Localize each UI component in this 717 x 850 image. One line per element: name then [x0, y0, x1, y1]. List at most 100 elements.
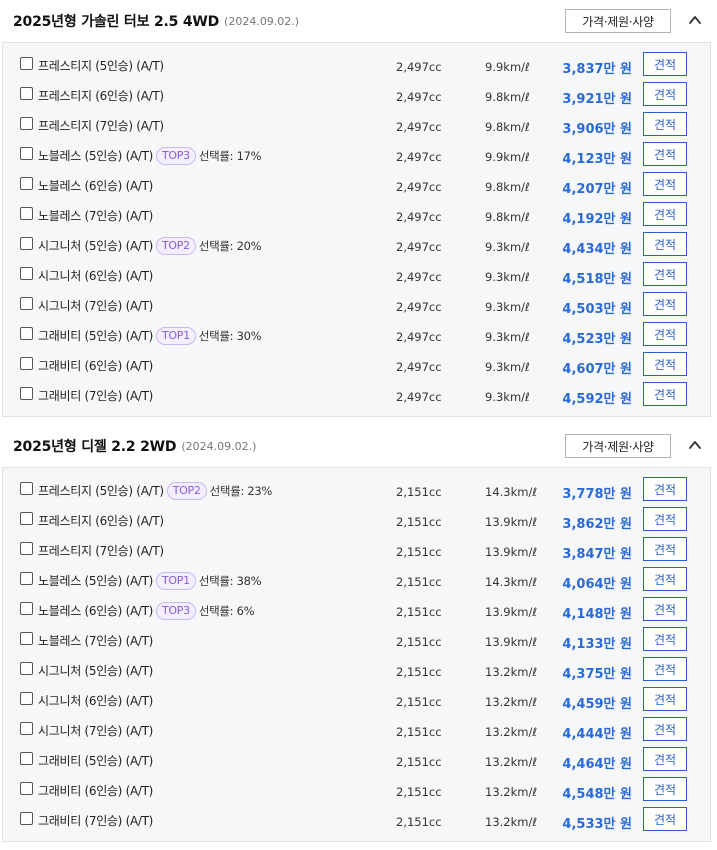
trim-checkbox[interactable]	[20, 117, 33, 130]
trim-name-group[interactable]: 프레스티지 (5인승) (A/T)	[38, 57, 164, 74]
trim-checkbox[interactable]	[20, 207, 33, 220]
trim-name-group[interactable]: 노블레스 (6인승) (A/T) TOP3 선택률: 6%	[38, 601, 255, 621]
estimate-button[interactable]: 견적	[643, 627, 687, 651]
estimate-button[interactable]: 견적	[643, 262, 687, 286]
trim-name-group[interactable]: 시그니처 (7인승) (A/T)	[38, 722, 153, 739]
trim-name-group[interactable]: 노블레스 (7인승) (A/T)	[38, 207, 153, 224]
estimate-button[interactable]: 견적	[643, 172, 687, 196]
fuel-efficiency: 9.8km/ℓ	[485, 120, 530, 134]
price-value: 4,464	[562, 757, 604, 772]
trim-checkbox[interactable]	[20, 602, 33, 615]
trim-name: 그래비티 (7인승) (A/T)	[38, 814, 154, 828]
trim-name-group[interactable]: 시그니처 (7인승) (A/T)	[38, 297, 153, 314]
trim-name-group[interactable]: 프레스티지 (5인승) (A/T) TOP2 선택률: 23%	[38, 481, 272, 501]
fuel-efficiency: 13.9km/ℓ	[485, 635, 538, 649]
trim-name-group[interactable]: 프레스티지 (6인승) (A/T)	[38, 512, 164, 529]
price-unit: 만 원	[603, 92, 632, 107]
fuel-efficiency: 9.3km/ℓ	[485, 330, 530, 344]
estimate-button[interactable]: 견적	[643, 82, 687, 106]
trim-checkbox[interactable]	[20, 692, 33, 705]
chevron-up-icon[interactable]	[687, 12, 703, 28]
trim-checkbox[interactable]	[20, 387, 33, 400]
trim-row: 노블레스 (5인승) (A/T) TOP3 선택률: 17% 2,497cc 9.9…	[3, 140, 710, 170]
estimate-button[interactable]: 견적	[643, 232, 687, 256]
trim-price: 4,192만 원	[562, 208, 632, 227]
trim-name-group[interactable]: 노블레스 (7인승) (A/T)	[38, 632, 153, 649]
trim-checkbox[interactable]	[20, 87, 33, 100]
trim-name-group[interactable]: 그래비티 (7인승) (A/T)	[38, 812, 153, 829]
price-spec-option-button[interactable]: 가격·제원·사양	[565, 9, 671, 33]
trim-checkbox[interactable]	[20, 542, 33, 555]
trim-name-group[interactable]: 그래비티 (6인승) (A/T)	[38, 782, 153, 799]
trim-price: 4,518만 원	[562, 268, 632, 287]
chevron-up-icon[interactable]	[687, 437, 703, 453]
price-unit: 만 원	[603, 817, 632, 832]
trim-checkbox[interactable]	[20, 662, 33, 675]
engine-displacement: 2,151cc	[396, 485, 442, 499]
trim-name-group[interactable]: 프레스티지 (7인승) (A/T)	[38, 117, 164, 134]
popularity-badge: TOP2	[166, 481, 207, 500]
trim-name-group[interactable]: 그래비티 (6인승) (A/T)	[38, 357, 153, 374]
trim-name-group[interactable]: 그래비티 (7인승) (A/T)	[38, 387, 153, 404]
trim-name-group[interactable]: 프레스티지 (7인승) (A/T)	[38, 542, 164, 559]
estimate-button[interactable]: 견적	[643, 52, 687, 76]
estimate-button[interactable]: 견적	[643, 657, 687, 681]
estimate-button[interactable]: 견적	[643, 112, 687, 136]
estimate-button[interactable]: 견적	[643, 202, 687, 226]
trim-name-group[interactable]: 시그니처 (6인승) (A/T)	[38, 692, 153, 709]
estimate-button[interactable]: 견적	[643, 477, 687, 501]
trim-price: 4,123만 원	[562, 148, 632, 167]
trim-checkbox[interactable]	[20, 782, 33, 795]
estimate-button[interactable]: 견적	[643, 382, 687, 406]
price-unit: 만 원	[603, 637, 632, 652]
estimate-button[interactable]: 견적	[643, 292, 687, 316]
trim-name-group[interactable]: 그래비티 (5인승) (A/T) TOP1 선택률: 30%	[38, 326, 262, 346]
trim-checkbox[interactable]	[20, 572, 33, 585]
trim-name-group[interactable]: 시그니처 (5인승) (A/T)	[38, 662, 153, 679]
trim-name-group[interactable]: 노블레스 (5인승) (A/T) TOP3 선택률: 17%	[38, 146, 262, 166]
estimate-button[interactable]: 견적	[643, 717, 687, 741]
trim-checkbox[interactable]	[20, 812, 33, 825]
trim-checkbox[interactable]	[20, 357, 33, 370]
trim-name-group[interactable]: 시그니처 (6인승) (A/T)	[38, 267, 153, 284]
trim-row: 프레스티지 (5인승) (A/T) 2,497cc 9.9km/ℓ 3,837만…	[3, 50, 710, 80]
estimate-button[interactable]: 견적	[643, 807, 687, 831]
trim-checkbox[interactable]	[20, 297, 33, 310]
trim-name-group[interactable]: 프레스티지 (6인승) (A/T)	[38, 87, 164, 104]
trim-price-page: 2025년형 가솔린 터보 2.5 4WD (2024.09.02.) 가격·제…	[0, 0, 717, 850]
trim-checkbox[interactable]	[20, 177, 33, 190]
estimate-button[interactable]: 견적	[643, 537, 687, 561]
price-value: 4,064	[562, 577, 604, 592]
trim-checkbox[interactable]	[20, 632, 33, 645]
trim-checkbox[interactable]	[20, 722, 33, 735]
trim-name-group[interactable]: 시그니처 (5인승) (A/T) TOP2 선택률: 20%	[38, 236, 262, 256]
estimate-button[interactable]: 견적	[643, 142, 687, 166]
trim-checkbox[interactable]	[20, 147, 33, 160]
fuel-efficiency: 9.3km/ℓ	[485, 270, 530, 284]
estimate-button[interactable]: 견적	[643, 567, 687, 591]
trim-price: 4,523만 원	[562, 328, 632, 347]
trim-name-group[interactable]: 노블레스 (6인승) (A/T)	[38, 177, 153, 194]
trim-checkbox[interactable]	[20, 327, 33, 340]
trim-price: 4,207만 원	[562, 178, 632, 197]
trim-row: 프레스티지 (6인승) (A/T) 2,151cc 13.9km/ℓ 3,862…	[3, 505, 710, 535]
price-unit: 만 원	[603, 332, 632, 347]
estimate-button[interactable]: 견적	[643, 322, 687, 346]
trim-name-group[interactable]: 노블레스 (5인승) (A/T) TOP1 선택률: 38%	[38, 571, 262, 591]
price-spec-option-button[interactable]: 가격·제원·사양	[565, 434, 671, 458]
trim-checkbox[interactable]	[20, 482, 33, 495]
estimate-button[interactable]: 견적	[643, 507, 687, 531]
estimate-button[interactable]: 견적	[643, 687, 687, 711]
estimate-button[interactable]: 견적	[643, 352, 687, 376]
trim-checkbox[interactable]	[20, 57, 33, 70]
trim-checkbox[interactable]	[20, 512, 33, 525]
trim-checkbox[interactable]	[20, 267, 33, 280]
estimate-button[interactable]: 견적	[643, 747, 687, 771]
estimate-button[interactable]: 견적	[643, 777, 687, 801]
trim-name-group[interactable]: 그래비티 (5인승) (A/T)	[38, 752, 153, 769]
trim-checkbox[interactable]	[20, 752, 33, 765]
trim-row: 노블레스 (6인승) (A/T) 2,497cc 9.8km/ℓ 4,207만 …	[3, 170, 710, 200]
trim-checkbox[interactable]	[20, 237, 33, 250]
estimate-button[interactable]: 견적	[643, 597, 687, 621]
